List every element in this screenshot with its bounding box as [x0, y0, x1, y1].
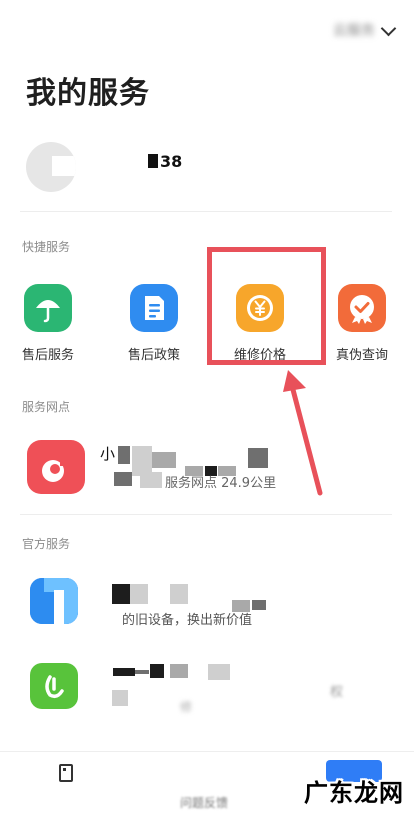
divider	[20, 211, 392, 212]
section-title-stores: 服务网点	[22, 400, 71, 414]
account-name: 云服务	[333, 23, 375, 39]
store-name: 小	[100, 445, 116, 463]
verify-badge-icon	[338, 284, 386, 332]
official-service-desc: 的旧设备，换出新价值	[122, 613, 253, 628]
official-service-sub: 修	[180, 700, 193, 714]
chevron-down-icon	[380, 20, 397, 36]
official-service-desc: 权	[330, 685, 344, 700]
store-icon	[27, 440, 85, 494]
page-title: 我的服务	[26, 76, 150, 111]
umbrella-icon	[24, 284, 72, 332]
profile-id: ​38	[160, 152, 183, 171]
highlight-box	[207, 247, 326, 365]
quick-service-label: 真伪查询	[335, 348, 388, 363]
quick-service-label: 售后政策	[127, 348, 180, 363]
tab-label: 问题反馈	[180, 796, 229, 810]
watermark: 广东龙网	[304, 779, 404, 807]
store-distance: 服务网点 24.9公里	[165, 476, 277, 491]
quick-service-label: 售后服务	[21, 348, 74, 363]
green-app-icon	[30, 663, 78, 709]
arrow-icon	[283, 370, 323, 496]
avatar	[26, 142, 76, 192]
section-title-quick: 快捷服务	[22, 240, 71, 254]
tab-left[interactable]	[40, 752, 96, 822]
quick-service-policy[interactable]: 售后政策	[118, 284, 190, 363]
divider	[20, 514, 392, 515]
section-title-official: 官方服务	[22, 537, 71, 551]
quick-service-authenticity[interactable]: 真伪查询	[326, 284, 398, 363]
document-icon	[130, 284, 178, 332]
tab-feedback[interactable]: 问题反馈	[160, 752, 250, 822]
document-icon	[59, 764, 73, 782]
blue-app-icon	[30, 578, 78, 624]
quick-service-after-sales[interactable]: 售后服务	[12, 284, 84, 363]
account-switcher[interactable]: 云服务	[333, 20, 397, 40]
